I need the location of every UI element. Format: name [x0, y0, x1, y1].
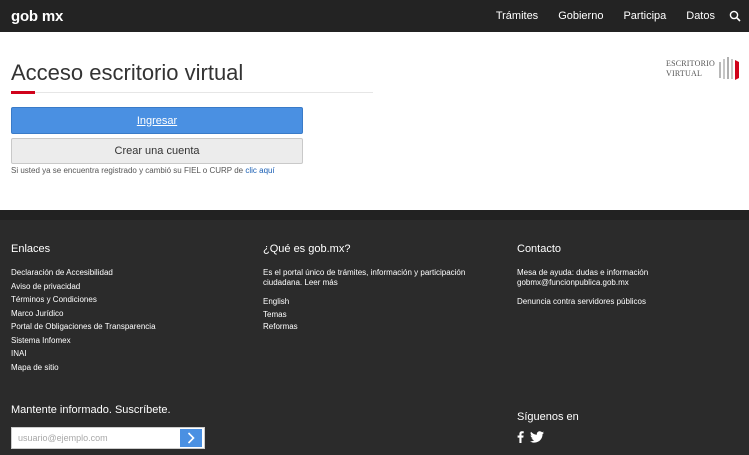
subscribe-heading: Mantente informado. Suscríbete. [11, 404, 171, 416]
search-icon[interactable] [721, 0, 749, 32]
footer-link-marco-juridico[interactable]: Marco Jurídico [11, 307, 156, 321]
newsletter-form [11, 427, 205, 449]
escritorio-virtual-logo: ESCRITORIO VIRTUAL [666, 56, 742, 82]
newsletter-email-input[interactable] [12, 428, 178, 448]
nav-tramites[interactable]: Trámites [496, 10, 538, 22]
title-accent-bar [11, 91, 35, 94]
main-nav: Trámites Gobierno Participa Datos [476, 0, 749, 32]
page-title: Acceso escritorio virtual [11, 60, 244, 85]
footer-link-temas[interactable]: Temas [263, 309, 298, 322]
chevron-right-icon [187, 432, 195, 444]
footer-link-mapa-sitio[interactable]: Mapa de sitio [11, 361, 156, 375]
footer-about-text: Es el portal único de trámites, informac… [263, 268, 466, 287]
follow-us-heading: Síguenos en [517, 411, 579, 423]
login-button[interactable]: Ingresar [11, 107, 303, 134]
footer-about-list: English Temas Reformas [263, 296, 298, 334]
nav-participa[interactable]: Participa [623, 10, 666, 22]
clic-aqui-link[interactable]: clic aquí [245, 166, 274, 175]
footer-link-privacidad[interactable]: Aviso de privacidad [11, 280, 156, 294]
create-account-button[interactable]: Crear una cuenta [11, 138, 303, 164]
footer-about-heading: ¿Qué es gob.mx? [263, 243, 351, 255]
title-divider [11, 92, 373, 93]
denuncia-link[interactable]: Denuncia contra servidores públicos [517, 297, 646, 307]
footer-link-english[interactable]: English [263, 296, 298, 309]
twitter-icon[interactable] [530, 431, 544, 443]
footer-top-stripe [0, 210, 749, 220]
footer-link-inai[interactable]: INAI [11, 347, 156, 361]
footer-link-accesibilidad[interactable]: Declaración de Accesibilidad [11, 266, 156, 280]
gobmx-logo[interactable]: gob mx [11, 8, 63, 25]
nav-datos[interactable]: Datos [686, 10, 715, 22]
footer-links-heading: Enlaces [11, 243, 51, 255]
footer-link-reformas[interactable]: Reformas [263, 321, 298, 334]
footer-link-terminos[interactable]: Términos y Condiciones [11, 293, 156, 307]
social-links [517, 431, 544, 443]
footer-link-infomex[interactable]: Sistema Infomex [11, 334, 156, 348]
footer-link-transparencia[interactable]: Portal de Obligaciones de Transparencia [11, 320, 156, 334]
fiel-curp-hint: Si usted ya se encuentra registrado y ca… [11, 166, 275, 175]
facebook-icon[interactable] [517, 431, 524, 443]
subscribe-submit-button[interactable] [180, 429, 202, 447]
footer-contact-text: Mesa de ayuda: dudas e información gobmx… [517, 268, 649, 288]
top-navigation-bar: gob mx Trámites Gobierno Participa Datos [0, 0, 749, 32]
contact-email-link[interactable]: gobmx@funcionpublica.gob.mx [517, 278, 648, 288]
footer-links-list: Declaración de Accesibilidad Aviso de pr… [11, 266, 156, 374]
eagle-emblem-icon [719, 57, 739, 80]
footer-contact-heading: Contacto [517, 243, 562, 255]
escritorio-virtual-logo-text: ESCRITORIO VIRTUAL [666, 59, 715, 78]
nav-gobierno[interactable]: Gobierno [558, 10, 603, 22]
